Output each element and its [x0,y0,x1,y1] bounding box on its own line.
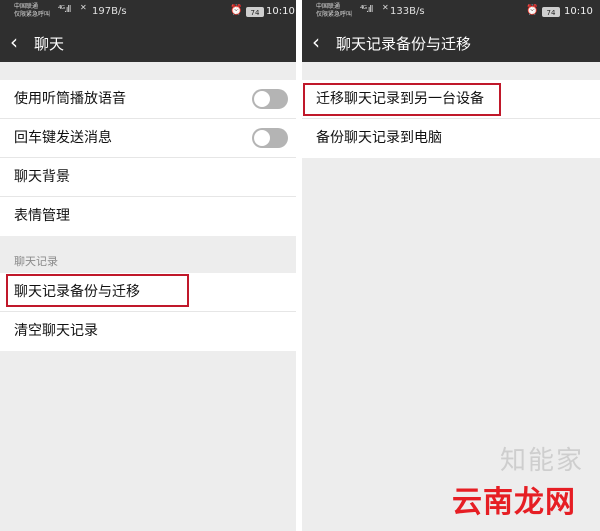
status-bar: 中国联通 仅限紧急呼叫 ⁴ᴳ.ıll ✕ 197B/s ⏰ 74 10:10 [0,0,296,24]
option-label: 备份聊天记录到电脑 [316,130,442,146]
settings-list: 使用听筒播放语音 回车键发送消息 聊天背景 表情管理 [0,80,296,236]
carrier-info: 中国联通 仅限紧急呼叫 [316,3,352,19]
section-title: 聊天记录 [14,255,58,268]
setting-enter-to-send[interactable]: 回车键发送消息 [0,119,296,158]
alarm-icon: ⏰ [526,5,539,16]
toggle-knob [254,91,270,107]
setting-sticker-management[interactable]: 表情管理 [0,197,296,236]
toggle-knob [254,130,270,146]
network-speed: 133B/s [390,6,425,17]
highlight-box [303,83,501,116]
setting-chat-background[interactable]: 聊天背景 [0,158,296,197]
battery-icon: 74 [542,7,560,17]
carrier-info: 中国联通 仅限紧急呼叫 [14,3,50,19]
no-sim-icon: ✕ [382,3,389,12]
emergency-only-label: 仅限紧急呼叫 [316,11,353,18]
setting-label: 聊天背景 [14,169,70,185]
setting-earpiece-playback[interactable]: 使用听筒播放语音 [0,80,296,119]
network-speed: 197B/s [92,6,127,17]
enter-to-send-toggle[interactable] [252,128,288,148]
status-bar: 中国联通 仅限紧急呼叫 ⁴ᴳ.ıll ✕ 133B/s ⏰ 74 10:10 [302,0,600,24]
no-sim-icon: ✕ [80,3,87,12]
brand-logo-text: 云南龙网 [452,485,576,520]
status-time: 10:10 [266,6,295,17]
clear-chat-history[interactable]: 清空聊天记录 [0,312,296,351]
chat-settings-screen: 中国联通 仅限紧急呼叫 ⁴ᴳ.ıll ✕ 197B/s ⏰ 74 10:10 ‹… [0,0,296,531]
section-header-chat-history: 聊天记录 [0,236,296,272]
signal-icon: ⁴ᴳ.ıll [58,5,71,15]
backup-to-computer[interactable]: 备份聊天记录到电脑 [302,119,600,158]
nav-header: ‹ 聊天记录备份与迁移 [302,24,600,62]
page-title: 聊天记录备份与迁移 [336,35,472,53]
setting-label: 使用听筒播放语音 [14,91,126,107]
alarm-icon: ⏰ [230,5,243,16]
carrier-name: 中国联通 [14,3,39,10]
battery-icon: 74 [246,7,264,17]
carrier-name: 中国联通 [316,3,341,10]
nav-header: ‹ 聊天 [0,24,296,62]
backup-migrate-screen: 中国联通 仅限紧急呼叫 ⁴ᴳ.ıll ✕ 133B/s ⏰ 74 10:10 ‹… [302,0,600,531]
status-time: 10:10 [564,6,593,17]
setting-label: 清空聊天记录 [14,323,98,339]
setting-label: 回车键发送消息 [14,130,112,146]
signal-icon: ⁴ᴳ.ıll [360,5,373,15]
watermark-text: 知能家 [499,446,584,476]
emergency-only-label: 仅限紧急呼叫 [14,11,51,18]
earpiece-playback-toggle[interactable] [252,89,288,109]
page-title: 聊天 [34,35,65,53]
back-arrow-icon[interactable]: ‹ [312,30,320,54]
highlight-box [6,274,189,307]
setting-label: 表情管理 [14,208,70,224]
back-arrow-icon[interactable]: ‹ [10,30,18,54]
